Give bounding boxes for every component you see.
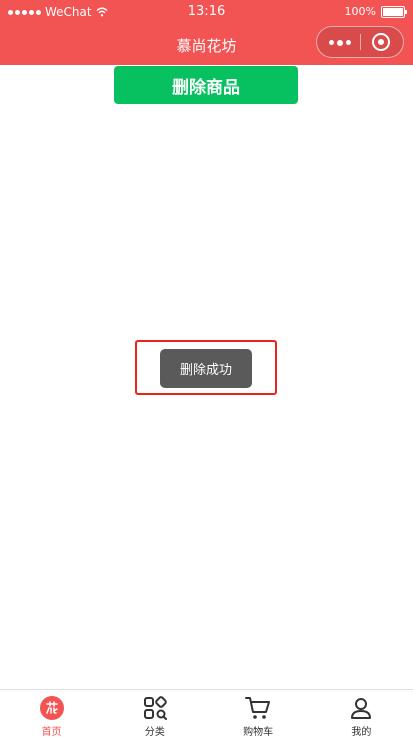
battery-icon: [381, 5, 407, 18]
battery-percent: 100%: [344, 5, 376, 18]
mini-program-capsule: [316, 26, 404, 58]
tab-profile[interactable]: 我的: [310, 690, 413, 738]
battery-status: 100%: [344, 5, 407, 18]
tab-category[interactable]: 分类: [103, 690, 206, 738]
user-icon: [348, 696, 374, 720]
flower-home-icon: [39, 696, 65, 720]
category-grid-icon: [142, 696, 168, 720]
tab-cart[interactable]: 购物车: [207, 690, 310, 738]
success-toast: 删除成功: [160, 349, 252, 388]
capsule-divider: [360, 34, 361, 50]
tab-home[interactable]: 首页: [0, 690, 103, 738]
bottom-tab-bar: 首页 分类 购物车 我的: [0, 689, 413, 738]
close-target-icon[interactable]: [372, 33, 390, 51]
navigation-header: WeChat 13:16 100% 慕尚花坊: [0, 0, 413, 65]
delete-product-button[interactable]: 删除商品: [114, 66, 298, 104]
cart-icon: [245, 696, 271, 720]
more-menu-icon[interactable]: [329, 39, 351, 46]
status-bar: WeChat 13:16 100%: [0, 0, 413, 24]
